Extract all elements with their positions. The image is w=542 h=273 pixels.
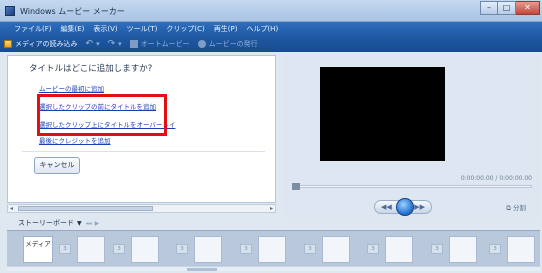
undo-button[interactable]: ↶ ▾	[85, 39, 100, 49]
menu-file[interactable]: ファイル(F)	[14, 24, 52, 34]
play-storyboard-icon[interactable]: ▶	[95, 220, 100, 227]
redo-icon: ↷	[107, 39, 116, 49]
preview-panel: 0:00:00.00 / 0:00:00.00 ◀◀ ▶▶ ⧉ 分割	[284, 55, 540, 218]
folder-icon	[4, 40, 12, 48]
transition-slot[interactable]: 3	[176, 244, 188, 254]
storyboard-slot[interactable]	[449, 236, 477, 263]
scroll-left-icon[interactable]: ◂	[10, 205, 13, 212]
maximize-button[interactable]: □	[498, 1, 516, 15]
redo-dropdown-icon: ▾	[118, 40, 122, 48]
storyboard-slot[interactable]	[507, 236, 535, 263]
undo-icon: ↶	[85, 39, 94, 49]
storyboard-slot[interactable]	[322, 236, 350, 263]
transition-slot[interactable]: 3	[59, 244, 71, 254]
import-media-button[interactable]: メディアの読み込み	[4, 39, 78, 49]
undo-dropdown-icon: ▾	[96, 40, 100, 48]
highlight-box	[37, 94, 167, 136]
transition-slot[interactable]: 3	[304, 244, 316, 254]
video-preview	[320, 67, 445, 161]
storyboard-scrollbar[interactable]	[7, 266, 540, 271]
redo-button[interactable]: ↷ ▾	[107, 39, 122, 49]
scroll-right-icon[interactable]: ▸	[270, 205, 273, 212]
timecode: 0:00:00.00 / 0:00:00.00	[460, 175, 532, 182]
split-icon: ⧉	[506, 204, 513, 212]
minimize-button[interactable]: –	[480, 1, 498, 15]
playback-controls: ◀◀ ▶▶	[374, 198, 432, 216]
publish-movie-button[interactable]: ムービーの発行	[197, 39, 258, 49]
publish-movie-label: ムービーの発行	[208, 40, 258, 48]
view-dropdown-icon[interactable]: ▼	[77, 220, 82, 227]
transition-slot[interactable]: 3	[431, 244, 443, 254]
storyboard-scrollbar-thumb[interactable]	[187, 268, 217, 271]
menu-edit[interactable]: 編集(E)	[61, 24, 85, 34]
next-frame-icon[interactable]: ▶▶	[414, 203, 425, 211]
menu-help[interactable]: ヘルプ(H)	[246, 24, 278, 34]
window-title: Windows ムービー メーカー	[20, 7, 125, 16]
scrollbar-thumb[interactable]	[18, 206, 153, 211]
transition-slot[interactable]: 3	[489, 244, 501, 254]
automovie-button[interactable]: オートムービー	[129, 39, 190, 49]
app-icon	[5, 6, 15, 16]
split-button[interactable]: ⧉ 分割	[506, 202, 526, 213]
transition-slot[interactable]: 3	[240, 244, 252, 254]
toolbar: メディアの読み込み ↶ ▾ ↷ ▾ オートムービー ムービーの発行	[0, 36, 542, 52]
menu-view[interactable]: 表示(V)	[93, 24, 117, 34]
menu-play[interactable]: 再生(P)	[214, 24, 238, 34]
split-label: 分割	[513, 204, 526, 212]
transition-slot[interactable]: 3	[367, 244, 379, 254]
menu-tools[interactable]: ツール(T)	[127, 24, 158, 34]
cancel-button[interactable]: キャンセル	[34, 157, 80, 174]
menu-bar: ファイル(F) 編集(E) 表示(V) ツール(T) クリップ(C) 再生(P)…	[0, 22, 542, 36]
task-pane-heading: タイトルはどこに追加しますか?	[29, 64, 153, 74]
play-button[interactable]	[396, 198, 414, 216]
seek-bar[interactable]	[296, 185, 532, 188]
task-pane-scrollbar[interactable]: ◂ ▸	[7, 204, 276, 213]
title-bar: Windows ムービー メーカー – □ ✕	[0, 0, 542, 22]
storyboard: メディア 3 3 3 3 3 3 3 3	[7, 230, 540, 267]
publish-icon	[197, 40, 206, 48]
previous-frame-icon[interactable]: ◀◀	[381, 203, 392, 211]
storyboard-media-item[interactable]: メディア	[23, 236, 53, 263]
menu-clip[interactable]: クリップ(C)	[166, 24, 204, 34]
import-media-label: メディアの読み込み	[15, 40, 78, 48]
storyboard-slot[interactable]	[194, 236, 222, 263]
storyboard-header: ストーリーボード ▼ ◂◂ ▶	[7, 216, 540, 230]
storyboard-slot[interactable]	[131, 236, 159, 263]
add-title-at-beginning-link[interactable]: ムービーの最初に追加	[39, 83, 104, 93]
storyboard-slot[interactable]	[77, 236, 105, 263]
seek-handle[interactable]	[292, 183, 300, 190]
storyboard-view-label[interactable]: ストーリーボード	[18, 218, 74, 228]
storyboard-slot[interactable]	[258, 236, 286, 263]
storyboard-slot[interactable]	[385, 236, 413, 263]
window-controls: – □ ✕	[480, 1, 540, 15]
add-credits-at-end-link[interactable]: 最後にクレジットを追加	[39, 135, 111, 145]
close-button[interactable]: ✕	[516, 1, 540, 15]
automovie-label: オートムービー	[140, 40, 190, 48]
automovie-icon	[129, 40, 138, 48]
rewind-icon[interactable]: ◂◂	[86, 220, 92, 227]
transition-slot[interactable]: 3	[113, 244, 125, 254]
divider	[22, 151, 265, 152]
task-pane: タイトルはどこに追加しますか? ムービーの最初に追加 選択したクリップの前にタイ…	[7, 55, 276, 203]
